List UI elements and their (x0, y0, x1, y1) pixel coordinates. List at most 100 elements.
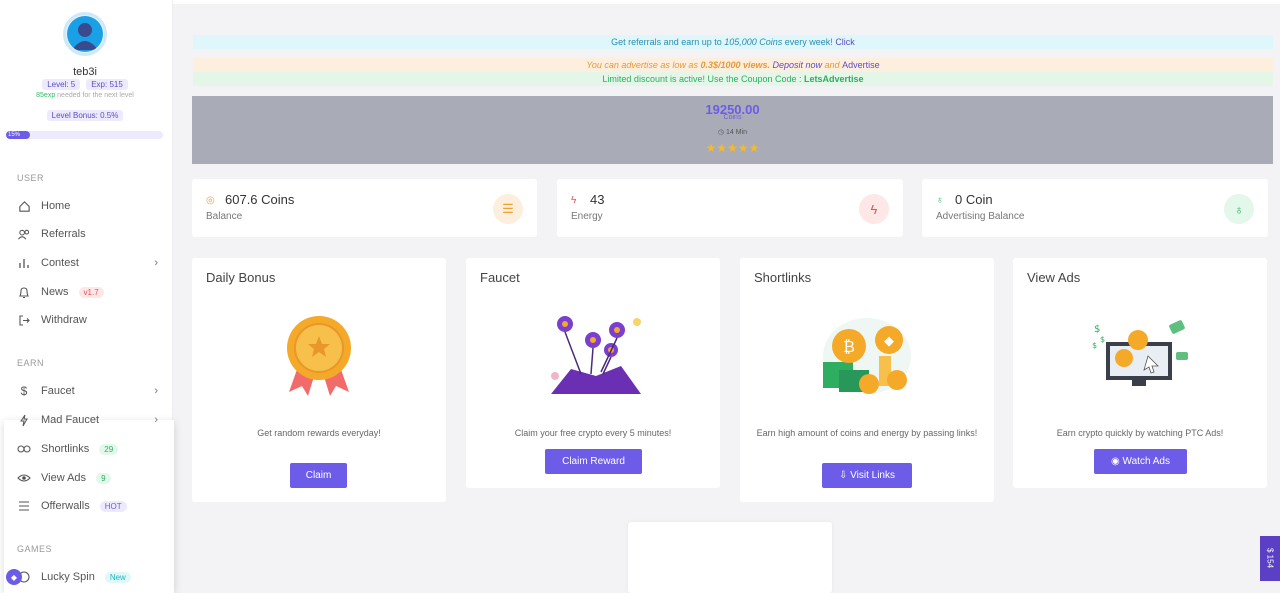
card-description: Claim your free crypto every 5 minutes! (514, 428, 672, 438)
dollar-icon: $ (20, 384, 28, 398)
section-earn: EARN (17, 358, 45, 368)
card-description: Earn crypto quickly by watching PTC Ads! (1056, 428, 1224, 438)
claim-button[interactable]: Claim (290, 463, 347, 488)
level-badge: Level: 5 (42, 79, 81, 90)
referral-amount: 105,000 Coins (724, 37, 783, 47)
bolt-icon (17, 413, 31, 427)
xp-needed-text: needed for the next level (55, 92, 134, 99)
claim-reward-button[interactable]: Claim Reward (545, 449, 642, 474)
discount-text: Limited discount is active! Use the Coup… (602, 74, 805, 84)
coin-label: Coins (723, 114, 742, 121)
news-version-badge: v1.7 (78, 286, 104, 298)
star-icon: ★ (705, 141, 717, 155)
sidebar-item-offerwalls[interactable]: Offerwalls HOT (17, 497, 162, 515)
sidebar-item-label: Contest (41, 257, 79, 269)
referral-banner: Get referrals and earn up to 105,000 Coi… (193, 35, 1273, 49)
shortlinks-card: Shortlinks ₿ ◆ Earn high amount of coins… (740, 258, 994, 502)
level-row: Level: 5 Exp: 515 (0, 79, 170, 90)
eye-icon: ◉ (1111, 456, 1123, 467)
referral-suffix: every week! (782, 37, 836, 47)
svg-text:$: $ (1092, 341, 1097, 350)
card-title: View Ads (1027, 270, 1081, 285)
bolt-icon: ϟ (571, 195, 577, 206)
chevron-right-icon: › (154, 385, 158, 397)
star-icon: ★ (727, 141, 738, 155)
card-title: Faucet (480, 270, 520, 285)
download-icon: ⇩ (838, 470, 851, 481)
advertising-balance-stat-card: ♁ 0 Coin Advertising Balance ♁ (922, 179, 1268, 237)
coins-icon: ◎ (206, 195, 215, 206)
eye-icon (17, 471, 31, 485)
chevron-right-icon: › (154, 414, 158, 426)
card-title: Daily Bonus (206, 270, 276, 285)
visit-links-label: Visit Links (850, 470, 895, 481)
advertise-and: and (822, 60, 843, 70)
xp-note: 85exp needed for the next level (0, 92, 170, 99)
sidebar-item-label: Mad Faucet (41, 414, 100, 426)
clock-icon: ◷ (717, 129, 725, 136)
sidebar-item-label: Shortlinks (41, 443, 90, 455)
sidebar-item-contest[interactable]: Contest › (17, 254, 162, 272)
referral-click-link[interactable]: Click (835, 37, 855, 47)
star-rating: ★★★★★ (192, 141, 1273, 155)
coin-reward-box: 19250.00 Coins ◷ 14 Min ★★★★★ (192, 96, 1273, 164)
balance-value: 607.6 Coins (225, 192, 295, 207)
award-icon: ♁ (936, 195, 944, 206)
shortlinks-count-badge: 29 (99, 443, 119, 455)
sidebar-item-news[interactable]: News v1.7 (17, 283, 162, 301)
avatar[interactable] (63, 12, 107, 56)
bolt-circle-icon: ϟ (859, 194, 889, 224)
sidebar-item-withdraw[interactable]: Withdraw (17, 311, 162, 329)
coupon-code: LetsAdvertise (804, 74, 864, 84)
star-icon: ★ (737, 141, 749, 155)
coins-stack-icon: ☰ (493, 194, 523, 224)
advertise-link[interactable]: Advertise (842, 60, 880, 70)
deposit-now-link[interactable]: Deposit now (770, 60, 823, 70)
referral-text: Get referrals and earn up to (611, 37, 725, 47)
xp-needed-value: 85exp (36, 92, 56, 99)
sidebar-item-view-ads[interactable]: View Ads 9 (17, 469, 162, 487)
discount-banner: Limited discount is active! Use the Coup… (193, 72, 1273, 86)
sidebar-item-shortlinks[interactable]: Shortlinks 29 (17, 440, 162, 458)
sidebar-item-label: Lucky Spin (41, 571, 95, 583)
side-balance-tab[interactable]: $ 154 (1260, 536, 1280, 581)
daily-bonus-card: Daily Bonus Get random rewards everyday!… (192, 258, 446, 502)
flowers-illustration (551, 316, 641, 394)
award-circle-icon: ♁ (1224, 194, 1254, 224)
sidebar: teb3i Level: 5 Exp: 515 85exp needed for… (0, 0, 174, 593)
crypto-coins-illustration: ₿ ◆ (823, 318, 911, 394)
list-icon (17, 499, 31, 513)
level-progress-bar: 15% (6, 131, 163, 139)
section-user: USER (17, 173, 45, 183)
topbar (173, 0, 1280, 4)
lucky-spin-new-badge: New (104, 571, 131, 583)
medal-illustration (287, 316, 351, 396)
main-content: Get referrals and earn up to 105,000 Coi… (173, 0, 1280, 593)
watch-ads-label: Watch Ads (1122, 456, 1170, 467)
visit-links-button[interactable]: ⇩ Visit Links (822, 463, 912, 488)
card-description: Get random rewards everyday! (257, 428, 381, 438)
star-icon: ★ (716, 141, 728, 155)
level-bonus-row: Level Bonus: 0.5% (0, 110, 170, 121)
sidebar-item-mad-faucet[interactable]: Mad Faucet › (17, 411, 162, 429)
sidebar-item-label: News (41, 286, 69, 298)
card-title: Shortlinks (754, 270, 812, 285)
sidebar-item-referrals[interactable]: Referrals (17, 225, 162, 243)
level-progress-fill: 15% (6, 131, 30, 139)
chevron-right-icon: › (154, 257, 158, 269)
watch-ads-button[interactable]: ◉ Watch Ads (1094, 449, 1187, 474)
floating-action-button[interactable]: ◆ (6, 569, 22, 585)
home-icon (17, 199, 31, 213)
username: teb3i (73, 66, 97, 78)
svg-text:$: $ (1094, 324, 1100, 335)
star-icon: ★ (748, 141, 760, 155)
sidebar-item-home[interactable]: Home (17, 197, 162, 215)
advertising-balance-label: Advertising Balance (936, 211, 1025, 222)
sidebar-item-faucet[interactable]: $ Faucet › (17, 382, 162, 400)
view-ads-card: View Ads $ $ $ Earn crypto quickly by wa… (1013, 258, 1267, 488)
sidebar-item-lucky-spin[interactable]: Lucky Spin New (17, 568, 162, 586)
coin-time-value: 14 Min (726, 129, 748, 136)
sidebar-item-label: Faucet (41, 385, 75, 397)
balance-stat-card: ◎ 607.6 Coins Balance ☰ (192, 179, 537, 237)
energy-stat-card: ϟ 43 Energy ϟ (557, 179, 903, 237)
